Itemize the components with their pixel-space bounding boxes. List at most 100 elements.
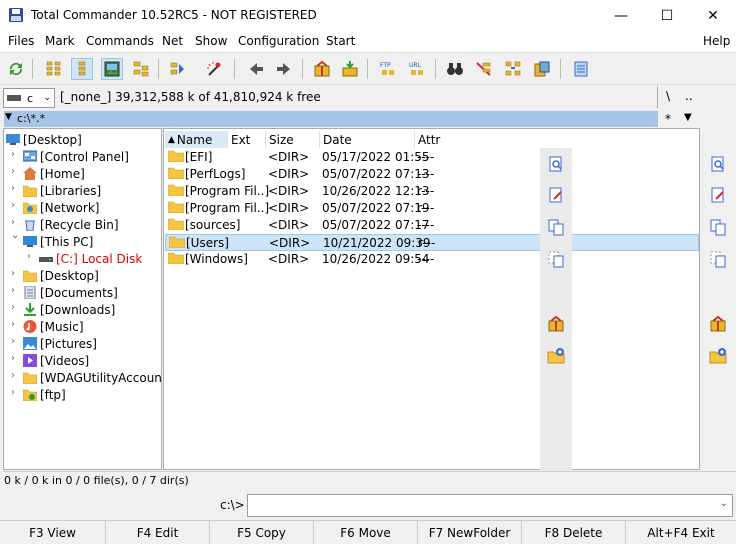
chevron-right-icon[interactable]: › — [11, 302, 15, 313]
tree-item[interactable]: [Videos] — [23, 352, 89, 369]
maximize-button[interactable]: ☐ — [644, 0, 690, 31]
column-header-name[interactable]: ▲ Name — [165, 131, 228, 148]
tree-item-label: [ftp] — [40, 387, 66, 402]
pack-button[interactable] — [311, 58, 333, 80]
root-dir-button[interactable]: \ — [666, 89, 670, 103]
chevron-right-icon[interactable]: › — [11, 353, 15, 364]
view-file-button-right[interactable] — [709, 155, 727, 176]
chevron-right-icon[interactable]: › — [11, 268, 15, 279]
file-row[interactable]: [Program Fil..] <DIR> 05/07/2022 07:19 r--- — [165, 200, 699, 217]
tree-item[interactable]: [Documents] — [23, 284, 118, 301]
forward-button[interactable] — [273, 58, 295, 80]
f7-newfolder-button[interactable]: F7 NewFolder — [418, 521, 522, 544]
column-header-date[interactable]: Date — [320, 131, 415, 148]
invert-selection-button[interactable] — [167, 58, 189, 80]
tree-item[interactable]: [Desktop] — [6, 131, 82, 148]
tree-item[interactable]: [Downloads] — [23, 301, 115, 318]
menu-net[interactable]: Net — [162, 34, 183, 48]
drive-dropdown[interactable]: c ⌄ — [3, 88, 55, 108]
chevron-right-icon[interactable]: › — [11, 183, 15, 194]
chevron-down-icon[interactable]: ⌄ — [720, 498, 728, 509]
chevron-right-icon[interactable]: › — [11, 285, 15, 296]
chevron-right-icon[interactable]: › — [11, 166, 15, 177]
copy-file-button[interactable] — [547, 218, 565, 239]
chevron-right-icon[interactable]: › — [11, 370, 15, 381]
chevron-right-icon[interactable]: › — [27, 251, 31, 262]
pack-files-button-right[interactable] — [709, 315, 727, 336]
f3-view-button[interactable]: F3 View — [0, 521, 106, 544]
chevron-right-icon[interactable]: › — [11, 217, 15, 228]
tree-item[interactable]: [Pictures] — [23, 335, 97, 352]
tree-item[interactable]: [WDAGUtilityAccount] — [22, 369, 161, 386]
command-line-input[interactable]: ⌄ — [247, 494, 733, 517]
compare-button[interactable] — [203, 58, 225, 80]
search-button[interactable] — [444, 58, 466, 80]
menu-configuration[interactable]: Configuration — [238, 34, 319, 48]
minimize-button[interactable]: — — [598, 0, 644, 31]
tree-item[interactable]: [C:] Local Disk — [39, 250, 142, 267]
close-button[interactable]: ✕ — [690, 0, 736, 31]
multi-rename-button[interactable] — [473, 58, 495, 80]
f5-copy-button[interactable]: F5 Copy — [210, 521, 314, 544]
filter-indicator[interactable]: * — [665, 112, 671, 126]
move-file-button-right[interactable] — [709, 250, 727, 271]
tree-item[interactable]: [Desktop] — [22, 267, 99, 284]
file-row[interactable]: [PerfLogs] <DIR> 05/07/2022 07:13 ---- — [165, 166, 699, 183]
tree-item[interactable]: [Libraries] — [22, 182, 101, 199]
url-connect-button[interactable]: URL — [406, 58, 428, 80]
tree-item[interactable]: [ftp] — [22, 386, 66, 403]
tree-item[interactable]: [Network] — [22, 199, 99, 216]
edit-file-button[interactable] — [547, 186, 565, 207]
file-row[interactable]: [sources] <DIR> 05/07/2022 07:17 ---- — [165, 217, 699, 234]
tree-item[interactable]: [This PC] — [23, 233, 93, 250]
filter-dropdown-icon[interactable]: ▼ — [684, 112, 692, 123]
chevron-right-icon[interactable]: › — [11, 387, 15, 398]
f4-edit-button[interactable]: F4 Edit — [106, 521, 210, 544]
tree-item[interactable]: [Control Panel] — [22, 148, 129, 165]
menu-start[interactable]: Start — [326, 34, 355, 48]
column-header-attr[interactable]: Attr — [415, 131, 699, 148]
f6-move-button[interactable]: F6 Move — [314, 521, 418, 544]
menu-files[interactable]: Files — [8, 34, 34, 48]
menu-mark[interactable]: Mark — [45, 34, 75, 48]
thumbnails-view-button[interactable] — [101, 58, 123, 80]
view-file-button[interactable] — [547, 155, 565, 176]
full-view-button[interactable] — [71, 58, 93, 80]
new-folder-button-right[interactable] — [709, 347, 727, 368]
chevron-right-icon[interactable]: › — [11, 319, 15, 330]
edit-file-button-right[interactable] — [709, 186, 727, 207]
new-folder-button[interactable] — [547, 347, 565, 368]
file-row[interactable]: [Program Fil..] <DIR> 10/26/2022 12:13 r--- — [165, 183, 699, 200]
column-header-ext[interactable]: Ext — [228, 131, 266, 148]
ftp-connect-button[interactable]: FTP — [377, 58, 399, 80]
copy-file-button-right[interactable] — [709, 218, 727, 239]
tree-item[interactable]: [Home] — [23, 165, 85, 182]
unpack-button[interactable] — [339, 58, 361, 80]
parent-dir-button[interactable]: .. — [685, 89, 693, 103]
move-file-button[interactable] — [547, 250, 565, 271]
file-row[interactable]: [EFI] <DIR> 05/17/2022 01:55 ---- — [165, 149, 699, 166]
chevron-right-icon[interactable]: › — [11, 149, 15, 160]
tree-item[interactable]: [Recycle Bin] — [23, 216, 119, 233]
chevron-right-icon[interactable]: › — [11, 200, 15, 211]
file-row[interactable]: [Users] <DIR> 10/21/2022 09:39 r--- — [165, 234, 699, 251]
back-button[interactable] — [245, 58, 267, 80]
sync-dirs-button[interactable] — [502, 58, 524, 80]
f8-delete-button[interactable]: F8 Delete — [522, 521, 626, 544]
tree-view-button[interactable] — [130, 58, 152, 80]
column-header-size[interactable]: Size — [266, 131, 320, 148]
history-dropdown-icon[interactable]: ▼ — [5, 112, 12, 122]
notepad-button[interactable] — [570, 58, 592, 80]
file-row[interactable]: [Windows] <DIR> 10/26/2022 09:54 ---- — [165, 251, 699, 268]
tree-item[interactable]: [Music] — [23, 318, 84, 335]
chevron-right-icon[interactable]: › — [11, 336, 15, 347]
pack-files-button[interactable] — [547, 315, 565, 336]
refresh-button[interactable] — [5, 58, 27, 80]
menu-show[interactable]: Show — [195, 34, 227, 48]
menu-commands[interactable]: Commands — [86, 34, 154, 48]
brief-view-button[interactable] — [43, 58, 65, 80]
chevron-down-icon[interactable]: ⌄ — [11, 230, 19, 241]
copy-names-button[interactable] — [531, 58, 553, 80]
alt-f4-exit-button[interactable]: Alt+F4 Exit — [626, 521, 736, 544]
menu-help[interactable]: Help — [703, 34, 730, 48]
